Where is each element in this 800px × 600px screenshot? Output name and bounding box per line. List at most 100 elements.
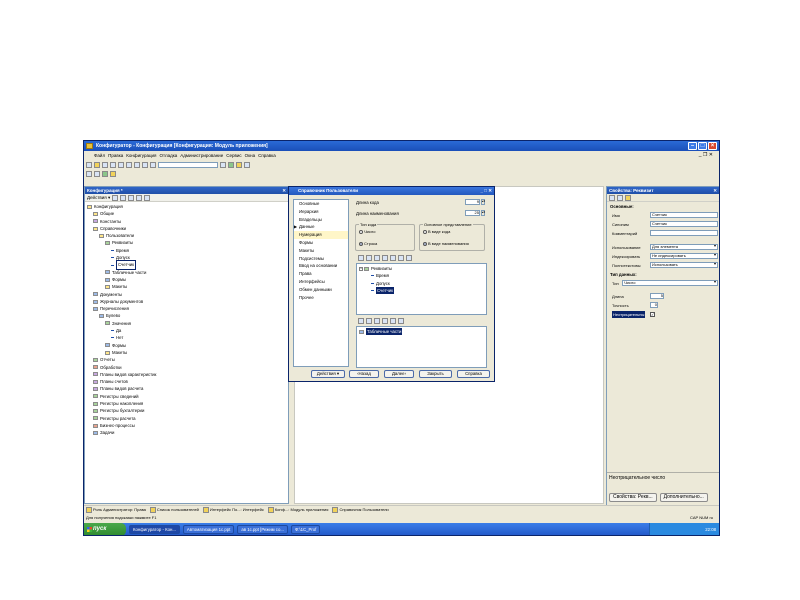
prop-fulltext-select[interactable]: Использовать <box>650 262 718 268</box>
filter-icon[interactable] <box>625 194 631 201</box>
dialog-nav-item[interactable]: Основные <box>294 200 348 208</box>
menu-item[interactable]: Файл <box>94 151 105 160</box>
taskbar-button[interactable]: Автоматизация 1с.ppt <box>182 525 235 534</box>
menu-item[interactable]: Сервис <box>226 151 241 160</box>
repr-code-radio[interactable]: В виде кода <box>423 229 450 234</box>
find-icon[interactable] <box>150 161 156 168</box>
window-tab[interactable]: Список пользователей <box>149 506 199 513</box>
attr-copy-icon[interactable] <box>366 255 372 261</box>
attributes-root[interactable]: − Реквизиты <box>359 265 484 272</box>
prop-name-field[interactable]: Счетчик <box>650 212 718 218</box>
start-button[interactable]: пуск <box>84 523 126 535</box>
name-length-field[interactable]: 25 <box>465 210 480 216</box>
tab-down-icon[interactable] <box>398 318 404 324</box>
copy-icon[interactable] <box>118 161 124 168</box>
tree-item[interactable]: Журналы документов <box>87 298 288 305</box>
prop-index-select[interactable]: Не индексировать <box>650 253 718 259</box>
window-tab[interactable]: Роль Администратор: Права <box>86 506 146 513</box>
minimize-button[interactable]: – <box>688 142 697 150</box>
close-button[interactable]: × <box>708 142 717 150</box>
tree-item[interactable]: Макеты <box>87 283 288 290</box>
dialog-actions-button[interactable]: Действия ▾ <box>311 370 345 378</box>
run-icon[interactable] <box>228 161 234 168</box>
close-panel-icon[interactable]: ✕ <box>282 187 286 194</box>
tree-item[interactable]: Константы <box>87 218 288 225</box>
back-button[interactable]: ‹Назад <box>349 370 379 378</box>
tab-copy-icon[interactable] <box>366 318 372 324</box>
attribute-item-selected[interactable]: Счетчик <box>359 286 484 295</box>
edit-icon[interactable] <box>120 194 127 201</box>
name-length-spinner[interactable]: ▴▾ <box>481 210 485 216</box>
search-combo[interactable] <box>158 161 218 168</box>
dialog-titlebar[interactable]: Справочник Пользователи _ □ ✕ <box>289 187 494 195</box>
menu-item[interactable]: Окна <box>245 151 255 160</box>
new-icon[interactable] <box>86 161 92 168</box>
tree-item[interactable]: Булево <box>87 312 288 319</box>
prop-comment-field[interactable] <box>650 230 718 236</box>
tree-item[interactable]: Задачи <box>87 429 288 436</box>
code-length-spinner[interactable]: ▴▾ <box>481 199 485 205</box>
attribute-item[interactable]: Время <box>359 272 484 279</box>
attr-up-icon[interactable] <box>390 255 396 261</box>
add-icon[interactable] <box>112 194 119 201</box>
menu-item[interactable]: Правка <box>108 151 123 160</box>
actions-menu[interactable]: Действия ▾ <box>87 195 110 201</box>
code-type-string-radio[interactable]: Строка <box>359 241 377 246</box>
repr-name-radio[interactable]: В виде наименования <box>423 241 469 246</box>
help-button[interactable]: Справка <box>457 370 490 378</box>
sort-alpha-icon[interactable] <box>617 194 623 201</box>
config-open-icon[interactable] <box>86 170 92 177</box>
code-length-field[interactable]: 9 <box>465 199 480 205</box>
move-up-icon[interactable] <box>136 194 143 201</box>
tree-item[interactable]: Обработки <box>87 364 288 371</box>
tab-edit-icon[interactable] <box>374 318 380 324</box>
open-icon[interactable] <box>94 161 100 168</box>
dialog-nav-item[interactable]: Формы <box>294 239 348 247</box>
tab-add-icon[interactable] <box>358 318 364 324</box>
tree-item[interactable]: Бизнес-процессы <box>87 422 288 429</box>
maximize-button[interactable]: □ <box>698 142 707 150</box>
dialog-nav-item[interactable]: Ввод на основании <box>294 262 348 270</box>
tree-item[interactable]: Документы <box>87 291 288 298</box>
tree-item[interactable]: Макеты <box>87 349 288 356</box>
close-dialog-button[interactable]: Закрыть <box>419 370 452 378</box>
delete-icon[interactable] <box>128 194 135 201</box>
attr-sort-icon[interactable] <box>406 255 412 261</box>
sort-category-icon[interactable] <box>609 194 615 201</box>
breakpoint-icon[interactable] <box>244 161 250 168</box>
cut-icon[interactable] <box>110 161 116 168</box>
prop-length-field[interactable]: 5 <box>650 293 664 299</box>
tree-item[interactable]: Реквизиты <box>87 239 288 246</box>
taskbar-button[interactable]: Ф:\1С_Prof <box>290 525 321 534</box>
config-save-icon[interactable] <box>94 170 100 177</box>
tree-item[interactable]: Планы видов расчета <box>87 385 288 392</box>
tree-item[interactable]: Перечисления <box>87 305 288 312</box>
mdi-controls[interactable]: _ ❐ ✕ <box>699 151 713 160</box>
dialog-nav-item[interactable]: Прочее <box>294 294 348 302</box>
debug-icon[interactable] <box>236 161 242 168</box>
prop-usage-select[interactable]: Для элемента <box>650 244 718 250</box>
attr-add-icon[interactable] <box>358 255 364 261</box>
update-db-icon[interactable] <box>102 170 108 177</box>
dialog-nav-item[interactable]: Обмен данными <box>294 286 348 294</box>
tree-item[interactable]: Регистры расчета <box>87 415 288 422</box>
tab-properties[interactable]: Свойства: Рекв... <box>609 493 657 502</box>
tree-item[interactable]: Планы счетов <box>87 378 288 385</box>
dialog-nav-item[interactable]: Права <box>294 270 348 278</box>
menu-item[interactable]: Справка <box>258 151 276 160</box>
tree-item[interactable]: Пользователи <box>87 232 288 239</box>
menu-item[interactable]: Конфигурация <box>126 151 156 160</box>
attr-delete-icon[interactable] <box>382 255 388 261</box>
tree-item[interactable]: Справочники <box>87 225 288 232</box>
window-tab[interactable]: Справочник Пользователи <box>332 506 389 513</box>
menu-item[interactable]: Отладка <box>159 151 177 160</box>
dialog-nav-item[interactable]: Интерфейсы <box>294 278 348 286</box>
tab-up-icon[interactable] <box>390 318 396 324</box>
dialog-nav-item[interactable]: Данные <box>294 223 348 231</box>
find-next-icon[interactable] <box>220 161 226 168</box>
save-icon[interactable] <box>102 161 108 168</box>
attr-down-icon[interactable] <box>398 255 404 261</box>
nonneg-checkbox[interactable]: ✓ <box>650 312 655 317</box>
tree-item[interactable]: Регистры сведений <box>87 393 288 400</box>
dialog-nav-item[interactable]: Нумерация <box>294 231 348 239</box>
